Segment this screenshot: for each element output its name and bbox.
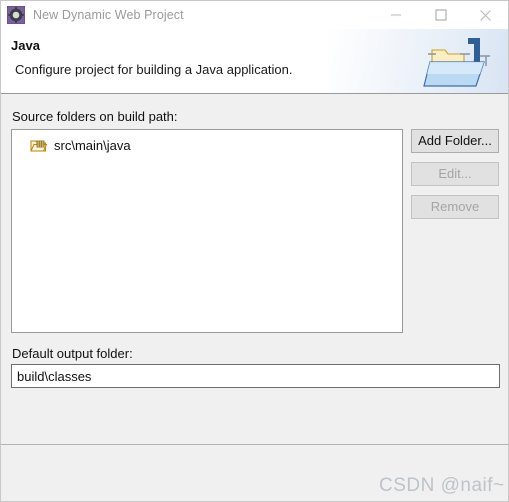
wizard-footer: ? < Back Next > Finish Cancel — [1, 445, 508, 501]
source-folder-actions: Add Folder... Edit... Remove — [411, 129, 499, 228]
default-output-folder-label: Default output folder: — [12, 346, 133, 361]
window-controls — [373, 1, 508, 29]
page-description: Configure project for building a Java ap… — [15, 62, 293, 77]
title-bar: New Dynamic Web Project — [1, 1, 508, 29]
source-folders-list[interactable]: src\main\java — [11, 129, 403, 333]
list-item-label: src\main\java — [54, 137, 131, 153]
new-dynamic-web-project-dialog: New Dynamic Web Project Java Configure p… — [0, 0, 509, 502]
window-title: New Dynamic Web Project — [33, 8, 184, 22]
close-icon[interactable] — [463, 1, 508, 29]
minimize-icon[interactable] — [373, 1, 418, 29]
page-title: Java — [11, 38, 40, 53]
edit-button: Edit... — [411, 162, 499, 186]
open-folder-java-icon — [422, 32, 496, 90]
maximize-icon[interactable] — [418, 1, 463, 29]
wizard-header: Java Configure project for building a Ja… — [1, 29, 508, 93]
default-output-folder-input[interactable] — [11, 364, 500, 388]
package-folder-icon — [30, 138, 48, 153]
source-folders-label: Source folders on build path: — [12, 109, 178, 124]
eclipse-wizard-icon — [6, 5, 26, 25]
add-folder-button[interactable]: Add Folder... — [411, 129, 499, 153]
remove-button: Remove — [411, 195, 499, 219]
list-item[interactable]: src\main\java — [12, 135, 402, 155]
wizard-body: Source folders on build path: src\main\j… — [1, 94, 508, 444]
